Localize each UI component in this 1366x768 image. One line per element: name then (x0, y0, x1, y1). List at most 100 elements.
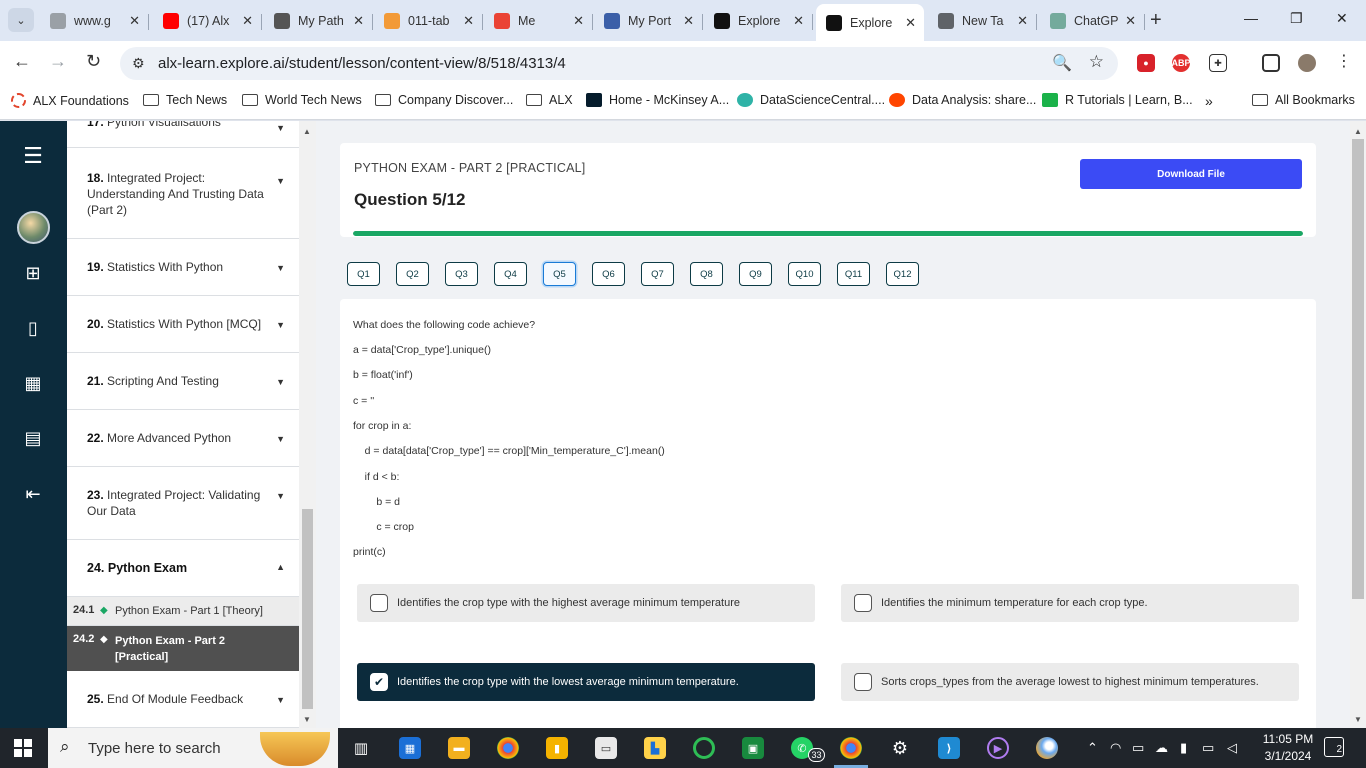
browser-tab[interactable]: www.g ✕ (40, 6, 149, 36)
question-button-7[interactable]: Q7 (641, 262, 674, 286)
option-checkbox[interactable] (854, 673, 872, 691)
sidebar-scrollbar[interactable]: ▲ ▼ (299, 121, 316, 728)
sublesson-24-1[interactable]: 24.1 ◆ Python Exam - Part 1 [Theory] (67, 597, 299, 626)
tab-close-icon[interactable]: ✕ (353, 13, 364, 29)
option-checkbox[interactable] (370, 594, 388, 612)
question-button-6[interactable]: Q6 (592, 262, 625, 286)
tab-close-icon[interactable]: ✕ (793, 13, 804, 29)
module-item-23[interactable]: 23. Integrated Project: Validating Our D… (67, 467, 299, 540)
bookmark-company-discover[interactable]: Company Discover... (375, 93, 513, 107)
module-item-19[interactable]: 19. Statistics With Python ▼ (67, 239, 299, 296)
taskbar-search-box[interactable]: ⌕ Type here to search (48, 728, 338, 768)
chevron-up-icon[interactable]: ▲ (276, 562, 285, 572)
browser-tab[interactable]: My Path ✕ (264, 6, 373, 36)
notification-center-icon[interactable]: 2 (1324, 737, 1344, 757)
onedrive-cloud-icon[interactable]: ☁ (1155, 740, 1168, 756)
tab-close-icon[interactable]: ✕ (683, 13, 694, 29)
vscode-icon[interactable]: ⟩ (938, 737, 960, 759)
tray-chevron-up-icon[interactable]: ⌃ (1087, 740, 1098, 756)
question-button-9[interactable]: Q9 (739, 262, 772, 286)
battery-icon[interactable]: ▭ (1202, 740, 1214, 756)
camtasia-icon[interactable]: ▣ (742, 737, 764, 759)
module-item-21[interactable]: 21. Scripting And Testing ▼ (67, 353, 299, 410)
chevron-down-icon[interactable]: ▼ (276, 320, 285, 330)
bookmark-datasciencecentral[interactable]: DataScienceCentral.... (737, 93, 885, 107)
question-button-10[interactable]: Q10 (788, 262, 821, 286)
bookmark-tech-news[interactable]: Tech News (143, 93, 227, 107)
record-extension-icon[interactable]: ● (1137, 54, 1155, 72)
chrome-icon[interactable] (497, 737, 519, 759)
microphone-icon[interactable]: ▮ (1180, 740, 1187, 756)
question-button-1[interactable]: Q1 (347, 262, 380, 286)
back-arrow-icon[interactable]: ← (13, 51, 31, 72)
site-settings-icon[interactable]: ⚙ (132, 55, 145, 72)
chevron-down-icon[interactable]: ▼ (276, 491, 285, 501)
user-avatar[interactable] (17, 211, 50, 244)
media-player-icon[interactable]: ▶ (987, 737, 1009, 759)
refresh-app-icon[interactable] (693, 737, 715, 759)
more-bookmarks-chevron-icon[interactable]: » (1205, 93, 1213, 109)
bookmark-world-tech-news[interactable]: World Tech News (242, 93, 362, 107)
chevron-down-icon[interactable]: ▼ (276, 695, 285, 705)
module-item-24[interactable]: 24. Python Exam ▲ (67, 540, 299, 597)
logout-icon[interactable]: ⇤ (23, 484, 43, 505)
bookmark-r-tutorials[interactable]: R Tutorials | Learn, B... (1042, 93, 1193, 107)
module-item-25[interactable]: 25. End Of Module Feedback ▼ (67, 671, 299, 728)
weather-icon[interactable] (1036, 737, 1058, 759)
forward-arrow-icon[interactable]: → (49, 51, 67, 72)
module-item-22[interactable]: 22. More Advanced Python ▼ (67, 410, 299, 467)
scroll-up-arrow-icon[interactable]: ▲ (303, 127, 311, 136)
module-item-17[interactable]: 17. Python Visualisations ▼ (67, 121, 299, 148)
tab-close-icon[interactable]: ✕ (242, 13, 253, 29)
browser-tab[interactable]: My Port ✕ (594, 6, 703, 36)
chevron-down-icon[interactable]: ▼ (276, 123, 285, 133)
profile-avatar-icon[interactable] (1298, 54, 1316, 72)
taskbar-clock[interactable]: 11:05 PM 3/1/2024 (1258, 731, 1318, 765)
question-button-3[interactable]: Q3 (445, 262, 478, 286)
windows-start-icon[interactable] (14, 739, 32, 757)
scroll-up-arrow-icon[interactable]: ▲ (1354, 127, 1362, 136)
question-button-5[interactable]: Q5 (543, 262, 576, 286)
book-icon[interactable]: ▯ (23, 318, 43, 339)
reader-book-icon[interactable]: ▭ (595, 737, 617, 759)
dashboard-grid-icon[interactable]: ⊞ (23, 263, 43, 284)
microsoft-store-icon[interactable]: ▦ (399, 737, 421, 759)
tab-close-icon[interactable]: ✕ (463, 13, 474, 29)
tab-close-icon[interactable]: ✕ (129, 13, 140, 29)
meet-now-icon[interactable]: ▭ (1132, 740, 1144, 756)
settings-gear-icon[interactable]: ⚙ (889, 737, 911, 759)
tab-close-icon[interactable]: ✕ (1125, 13, 1136, 29)
answer-option-4[interactable]: Sorts crops_types from the average lowes… (841, 663, 1299, 701)
page-scrollbar-thumb[interactable] (1352, 139, 1364, 599)
zoom-magnifier-icon[interactable]: 🔍 (1052, 53, 1072, 73)
power-bi-icon[interactable]: ▮ (546, 737, 568, 759)
option-checkbox[interactable] (854, 594, 872, 612)
tab-search-menu-button[interactable]: ⌄ (8, 8, 34, 32)
minimize-icon[interactable]: — (1244, 10, 1258, 26)
browser-tab[interactable]: 011-tab ✕ (374, 6, 483, 36)
module-item-18[interactable]: 18. Integrated Project: Understanding An… (67, 148, 299, 239)
bookmark-mckinsey[interactable]: Home - McKinsey A... (586, 93, 729, 107)
hamburger-menu-icon[interactable]: ☰ (23, 143, 43, 169)
chevron-down-icon[interactable]: ▼ (276, 434, 285, 444)
chevron-down-icon[interactable]: ▼ (276, 263, 285, 273)
browser-tab[interactable]: ChatGP ✕ (1040, 6, 1145, 36)
scroll-down-arrow-icon[interactable]: ▼ (1354, 715, 1362, 724)
page-scrollbar[interactable]: ▲ ▼ (1350, 121, 1366, 728)
browser-tab[interactable]: New Ta ✕ (928, 6, 1037, 36)
side-panel-icon[interactable] (1262, 54, 1280, 72)
close-window-icon[interactable]: ✕ (1336, 10, 1348, 27)
bookmark-alx-foundations[interactable]: ALX Foundations (11, 93, 129, 108)
module-item-20[interactable]: 20. Statistics With Python [MCQ] ▼ (67, 296, 299, 353)
new-tab-button[interactable]: + (1150, 9, 1162, 32)
sublesson-24-2[interactable]: 24.2 ◆ Python Exam - Part 2 [Practical] (67, 626, 299, 671)
reload-icon[interactable]: ↻ (86, 51, 101, 72)
browser-tab[interactable]: Explore ✕ (816, 4, 924, 41)
bookmark-data-analysis[interactable]: Data Analysis: share... (889, 93, 1036, 107)
chevron-down-icon[interactable]: ▼ (276, 377, 285, 387)
tab-close-icon[interactable]: ✕ (1017, 13, 1028, 29)
tab-close-icon[interactable]: ✕ (905, 15, 916, 31)
question-button-2[interactable]: Q2 (396, 262, 429, 286)
bookmark-alx[interactable]: ALX (526, 93, 573, 107)
address-bar[interactable]: ⚙ alx-learn.explore.ai/student/lesson/co… (120, 47, 1118, 80)
